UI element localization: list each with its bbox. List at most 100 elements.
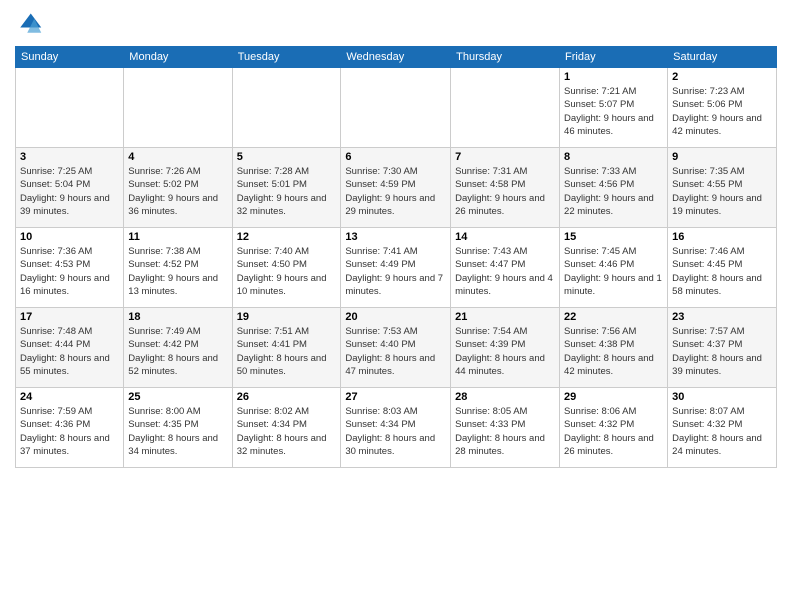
day-cell	[341, 68, 451, 148]
day-number: 27	[345, 391, 446, 403]
day-number: 1	[564, 71, 663, 83]
day-info: Sunrise: 7:53 AM Sunset: 4:40 PM Dayligh…	[345, 325, 446, 378]
day-number: 28	[455, 391, 555, 403]
day-cell: 21 Sunrise: 7:54 AM Sunset: 4:39 PM Dayli…	[451, 308, 560, 388]
day-info: Sunrise: 7:57 AM Sunset: 4:37 PM Dayligh…	[672, 325, 772, 378]
day-number: 29	[564, 391, 663, 403]
day-number: 10	[20, 231, 119, 243]
week-row-5: 24 Sunrise: 7:59 AM Sunset: 4:36 PM Dayli…	[16, 388, 777, 468]
day-cell: 4Sunrise: 7:26 AM Sunset: 5:02 PM Daylig…	[124, 148, 232, 228]
day-number: 6	[345, 151, 446, 163]
day-cell: 12 Sunrise: 7:40 AM Sunset: 4:50 PM Dayli…	[232, 228, 341, 308]
day-cell: 7Sunrise: 7:31 AM Sunset: 4:58 PM Daylig…	[451, 148, 560, 228]
day-info: Sunrise: 7:59 AM Sunset: 4:36 PM Dayligh…	[20, 405, 119, 458]
day-number: 20	[345, 311, 446, 323]
calendar-header-row: SundayMondayTuesdayWednesdayThursdayFrid…	[16, 47, 777, 68]
day-number: 17	[20, 311, 119, 323]
day-info: Sunrise: 7:43 AM Sunset: 4:47 PM Dayligh…	[455, 245, 555, 298]
day-info: Sunrise: 7:48 AM Sunset: 4:44 PM Dayligh…	[20, 325, 119, 378]
day-info: Sunrise: 7:56 AM Sunset: 4:38 PM Dayligh…	[564, 325, 663, 378]
day-cell: 20 Sunrise: 7:53 AM Sunset: 4:40 PM Dayli…	[341, 308, 451, 388]
day-info: Sunrise: 7:26 AM Sunset: 5:02 PM Dayligh…	[128, 165, 227, 218]
day-info: Sunrise: 7:46 AM Sunset: 4:45 PM Dayligh…	[672, 245, 772, 298]
day-info: Sunrise: 7:23 AM Sunset: 5:06 PM Dayligh…	[672, 85, 772, 138]
calendar: SundayMondayTuesdayWednesdayThursdayFrid…	[15, 46, 777, 468]
day-cell: 13Sunrise: 7:41 AM Sunset: 4:49 PM Dayli…	[341, 228, 451, 308]
day-number: 18	[128, 311, 227, 323]
day-number: 16	[672, 231, 772, 243]
logo-icon	[15, 10, 43, 38]
day-cell: 25 Sunrise: 8:00 AM Sunset: 4:35 PM Dayli…	[124, 388, 232, 468]
week-row-1: 1 Sunrise: 7:21 AM Sunset: 5:07 PM Daylig…	[16, 68, 777, 148]
day-cell: 24 Sunrise: 7:59 AM Sunset: 4:36 PM Dayli…	[16, 388, 124, 468]
day-number: 5	[237, 151, 337, 163]
day-cell: 28 Sunrise: 8:05 AM Sunset: 4:33 PM Dayli…	[451, 388, 560, 468]
day-info: Sunrise: 7:30 AM Sunset: 4:59 PM Dayligh…	[345, 165, 446, 218]
day-cell: 2 Sunrise: 7:23 AM Sunset: 5:06 PM Daylig…	[668, 68, 777, 148]
weekday-header-saturday: Saturday	[668, 47, 777, 68]
day-cell: 3 Sunrise: 7:25 AM Sunset: 5:04 PM Daylig…	[16, 148, 124, 228]
page: SundayMondayTuesdayWednesdayThursdayFrid…	[0, 0, 792, 612]
day-info: Sunrise: 7:54 AM Sunset: 4:39 PM Dayligh…	[455, 325, 555, 378]
day-number: 26	[237, 391, 337, 403]
day-cell	[16, 68, 124, 148]
day-cell: 27 Sunrise: 8:03 AM Sunset: 4:34 PM Dayli…	[341, 388, 451, 468]
day-info: Sunrise: 7:49 AM Sunset: 4:42 PM Dayligh…	[128, 325, 227, 378]
day-info: Sunrise: 7:51 AM Sunset: 4:41 PM Dayligh…	[237, 325, 337, 378]
day-number: 21	[455, 311, 555, 323]
day-info: Sunrise: 8:07 AM Sunset: 4:32 PM Dayligh…	[672, 405, 772, 458]
day-cell: 17 Sunrise: 7:48 AM Sunset: 4:44 PM Dayli…	[16, 308, 124, 388]
weekday-header-thursday: Thursday	[451, 47, 560, 68]
day-info: Sunrise: 7:25 AM Sunset: 5:04 PM Dayligh…	[20, 165, 119, 218]
day-info: Sunrise: 7:35 AM Sunset: 4:55 PM Dayligh…	[672, 165, 772, 218]
day-number: 30	[672, 391, 772, 403]
day-info: Sunrise: 8:05 AM Sunset: 4:33 PM Dayligh…	[455, 405, 555, 458]
day-cell: 11Sunrise: 7:38 AM Sunset: 4:52 PM Dayli…	[124, 228, 232, 308]
day-cell: 23Sunrise: 7:57 AM Sunset: 4:37 PM Dayli…	[668, 308, 777, 388]
day-number: 19	[237, 311, 337, 323]
day-info: Sunrise: 7:28 AM Sunset: 5:01 PM Dayligh…	[237, 165, 337, 218]
day-cell: 19 Sunrise: 7:51 AM Sunset: 4:41 PM Dayli…	[232, 308, 341, 388]
week-row-3: 10 Sunrise: 7:36 AM Sunset: 4:53 PM Dayli…	[16, 228, 777, 308]
weekday-header-tuesday: Tuesday	[232, 47, 341, 68]
day-cell: 16 Sunrise: 7:46 AM Sunset: 4:45 PM Dayli…	[668, 228, 777, 308]
header	[15, 10, 777, 38]
day-number: 25	[128, 391, 227, 403]
day-number: 13	[345, 231, 446, 243]
day-number: 12	[237, 231, 337, 243]
day-number: 2	[672, 71, 772, 83]
day-number: 9	[672, 151, 772, 163]
day-info: Sunrise: 7:36 AM Sunset: 4:53 PM Dayligh…	[20, 245, 119, 298]
day-info: Sunrise: 7:33 AM Sunset: 4:56 PM Dayligh…	[564, 165, 663, 218]
day-info: Sunrise: 7:21 AM Sunset: 5:07 PM Dayligh…	[564, 85, 663, 138]
day-number: 8	[564, 151, 663, 163]
weekday-header-sunday: Sunday	[16, 47, 124, 68]
day-info: Sunrise: 8:00 AM Sunset: 4:35 PM Dayligh…	[128, 405, 227, 458]
day-cell: 26Sunrise: 8:02 AM Sunset: 4:34 PM Dayli…	[232, 388, 341, 468]
day-cell: 1 Sunrise: 7:21 AM Sunset: 5:07 PM Daylig…	[560, 68, 668, 148]
weekday-header-wednesday: Wednesday	[341, 47, 451, 68]
day-info: Sunrise: 8:03 AM Sunset: 4:34 PM Dayligh…	[345, 405, 446, 458]
day-cell: 14 Sunrise: 7:43 AM Sunset: 4:47 PM Dayli…	[451, 228, 560, 308]
day-number: 3	[20, 151, 119, 163]
day-number: 15	[564, 231, 663, 243]
day-info: Sunrise: 7:45 AM Sunset: 4:46 PM Dayligh…	[564, 245, 663, 298]
day-cell: 30 Sunrise: 8:07 AM Sunset: 4:32 PM Dayli…	[668, 388, 777, 468]
day-info: Sunrise: 8:06 AM Sunset: 4:32 PM Dayligh…	[564, 405, 663, 458]
day-number: 24	[20, 391, 119, 403]
logo	[15, 10, 47, 38]
day-info: Sunrise: 7:40 AM Sunset: 4:50 PM Dayligh…	[237, 245, 337, 298]
day-info: Sunrise: 7:31 AM Sunset: 4:58 PM Dayligh…	[455, 165, 555, 218]
weekday-header-monday: Monday	[124, 47, 232, 68]
day-cell: 29 Sunrise: 8:06 AM Sunset: 4:32 PM Dayli…	[560, 388, 668, 468]
week-row-2: 3 Sunrise: 7:25 AM Sunset: 5:04 PM Daylig…	[16, 148, 777, 228]
day-cell: 9 Sunrise: 7:35 AM Sunset: 4:55 PM Daylig…	[668, 148, 777, 228]
day-cell	[232, 68, 341, 148]
day-cell: 15 Sunrise: 7:45 AM Sunset: 4:46 PM Dayli…	[560, 228, 668, 308]
day-number: 14	[455, 231, 555, 243]
day-cell: 8 Sunrise: 7:33 AM Sunset: 4:56 PM Daylig…	[560, 148, 668, 228]
day-cell: 5 Sunrise: 7:28 AM Sunset: 5:01 PM Daylig…	[232, 148, 341, 228]
day-info: Sunrise: 7:38 AM Sunset: 4:52 PM Dayligh…	[128, 245, 227, 298]
day-cell	[451, 68, 560, 148]
day-cell: 10 Sunrise: 7:36 AM Sunset: 4:53 PM Dayli…	[16, 228, 124, 308]
